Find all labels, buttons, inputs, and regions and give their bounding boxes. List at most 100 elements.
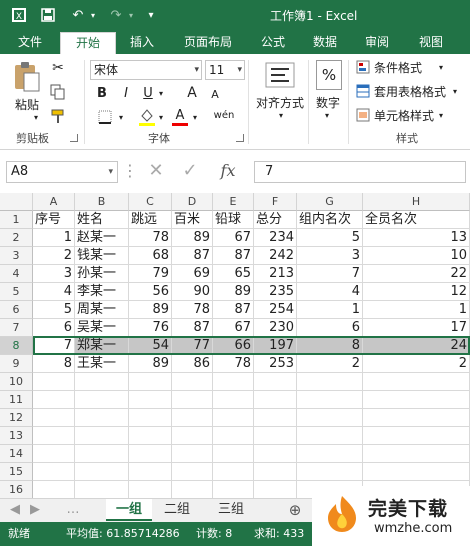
table-cell[interactable]: 7 <box>33 337 75 355</box>
table-cell[interactable]: 78 <box>213 355 254 373</box>
cell-styles-dropdown-icon[interactable]: ▾ <box>436 110 446 120</box>
empty-cell[interactable] <box>213 427 254 445</box>
table-cell[interactable]: 67 <box>213 319 254 337</box>
sheet-tab-group3[interactable]: 三组 <box>210 499 252 521</box>
format-painter-icon[interactable] <box>48 106 68 126</box>
empty-cell[interactable] <box>75 445 129 463</box>
table-cell[interactable]: 6 <box>33 319 75 337</box>
empty-cell[interactable] <box>75 463 129 481</box>
empty-cell[interactable] <box>213 463 254 481</box>
empty-cell[interactable] <box>75 481 129 499</box>
table-cell[interactable]: 65 <box>213 265 254 283</box>
cell-styles-icon[interactable] <box>354 106 372 124</box>
table-cell[interactable]: 66 <box>213 337 254 355</box>
table-cell[interactable]: 87 <box>213 247 254 265</box>
empty-cell[interactable] <box>213 373 254 391</box>
empty-cell[interactable] <box>33 391 75 409</box>
row-header[interactable]: 7 <box>0 319 33 337</box>
column-header-g[interactable]: G <box>297 193 363 211</box>
empty-cell[interactable] <box>129 481 172 499</box>
decrease-font-size-button[interactable]: A <box>208 86 222 102</box>
table-format-button[interactable]: 套用表格格式 <box>374 82 452 100</box>
empty-cell[interactable] <box>75 373 129 391</box>
row-header[interactable]: 8 <box>0 337 33 355</box>
empty-cell[interactable] <box>254 445 297 463</box>
number-format-icon[interactable]: % <box>316 60 342 90</box>
table-cell[interactable]: 89 <box>172 229 213 247</box>
bold-button[interactable]: B <box>94 84 110 102</box>
empty-cell[interactable] <box>297 391 363 409</box>
conditional-format-icon[interactable] <box>354 58 372 76</box>
underline-button[interactable]: U <box>140 84 156 102</box>
table-header-cell[interactable]: 序号 <box>33 211 75 229</box>
column-header-d[interactable]: D <box>172 193 213 211</box>
empty-cell[interactable] <box>254 391 297 409</box>
table-cell[interactable]: 253 <box>254 355 297 373</box>
empty-cell[interactable] <box>297 409 363 427</box>
tab-file[interactable]: 文件 <box>6 30 54 54</box>
empty-cell[interactable] <box>297 427 363 445</box>
table-cell[interactable]: 197 <box>254 337 297 355</box>
undo-icon[interactable]: ↶ <box>68 5 88 25</box>
font-launcher-icon[interactable] <box>236 134 244 142</box>
paste-icon[interactable] <box>10 60 44 94</box>
tab-home[interactable]: 开始 <box>60 32 116 54</box>
tab-review[interactable]: 审阅 <box>354 30 400 54</box>
empty-cell[interactable] <box>129 409 172 427</box>
font-color-dropdown-icon[interactable]: ▾ <box>190 110 200 124</box>
table-cell[interactable]: 7 <box>297 265 363 283</box>
row-header[interactable]: 14 <box>0 445 33 463</box>
fill-color-icon[interactable] <box>136 106 158 128</box>
table-header-cell[interactable]: 铅球 <box>213 211 254 229</box>
row-header[interactable]: 15 <box>0 463 33 481</box>
tab-formulas[interactable]: 公式 <box>250 30 296 54</box>
row-header[interactable]: 6 <box>0 301 33 319</box>
empty-cell[interactable] <box>254 463 297 481</box>
table-cell[interactable]: 1 <box>363 301 470 319</box>
table-cell[interactable]: 孙某一 <box>75 265 129 283</box>
clipboard-launcher-icon[interactable] <box>70 134 78 142</box>
table-cell[interactable]: 89 <box>129 301 172 319</box>
empty-cell[interactable] <box>213 481 254 499</box>
table-cell[interactable]: 8 <box>33 355 75 373</box>
row-header[interactable]: 10 <box>0 373 33 391</box>
table-header-cell[interactable]: 组内名次 <box>297 211 363 229</box>
row-header[interactable]: 3 <box>0 247 33 265</box>
table-cell[interactable]: 89 <box>213 283 254 301</box>
table-cell[interactable]: 周某一 <box>75 301 129 319</box>
row-header[interactable]: 1 <box>0 211 33 229</box>
table-cell[interactable]: 230 <box>254 319 297 337</box>
empty-cell[interactable] <box>129 445 172 463</box>
undo-dropdown-icon[interactable]: ▾ <box>88 5 98 25</box>
excel-logo-icon[interactable]: X <box>8 5 30 25</box>
font-size-select[interactable]: 11 ▾ <box>205 60 245 80</box>
column-header-e[interactable]: E <box>213 193 254 211</box>
table-cell[interactable]: 赵某一 <box>75 229 129 247</box>
sheet-tab-group1[interactable]: 一组 <box>106 499 152 521</box>
empty-cell[interactable] <box>33 481 75 499</box>
empty-cell[interactable] <box>172 445 213 463</box>
name-box[interactable]: A8 ▾ <box>6 161 118 183</box>
table-cell[interactable]: 242 <box>254 247 297 265</box>
table-cell[interactable]: 235 <box>254 283 297 301</box>
tab-page-layout[interactable]: 页面布局 <box>172 30 244 54</box>
font-color-icon[interactable]: A <box>170 106 190 128</box>
table-format-icon[interactable] <box>354 82 372 100</box>
table-header-cell[interactable]: 跳远 <box>129 211 172 229</box>
tab-insert[interactable]: 插入 <box>118 30 166 54</box>
table-cell[interactable]: 13 <box>363 229 470 247</box>
alignment-dropdown-icon[interactable]: ▾ <box>276 110 286 120</box>
table-header-cell[interactable]: 总分 <box>254 211 297 229</box>
empty-cell[interactable] <box>33 427 75 445</box>
empty-cell[interactable] <box>33 463 75 481</box>
column-header-c[interactable]: C <box>129 193 172 211</box>
tab-view[interactable]: 视图 <box>408 30 454 54</box>
empty-cell[interactable] <box>33 409 75 427</box>
table-cell[interactable]: 李某一 <box>75 283 129 301</box>
table-cell[interactable]: 王某一 <box>75 355 129 373</box>
row-header[interactable]: 13 <box>0 427 33 445</box>
conditional-format-dropdown-icon[interactable]: ▾ <box>436 62 446 72</box>
empty-cell[interactable] <box>172 463 213 481</box>
empty-cell[interactable] <box>129 427 172 445</box>
table-cell[interactable]: 86 <box>172 355 213 373</box>
